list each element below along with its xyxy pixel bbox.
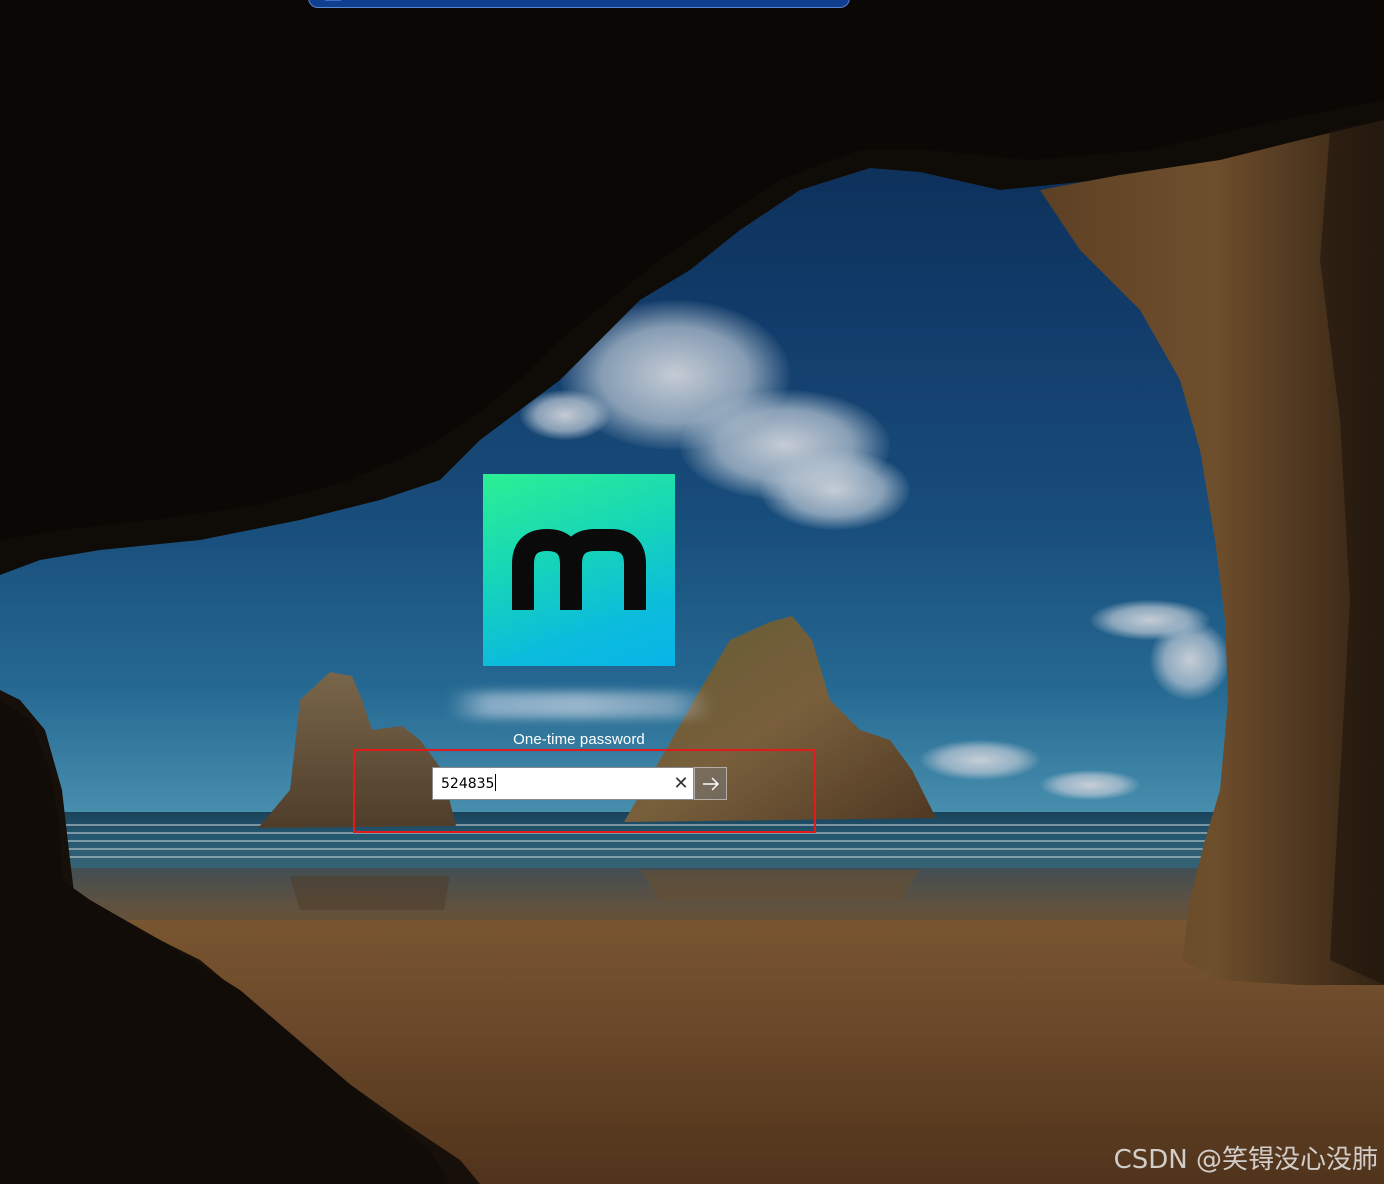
close-icon: ✕: [673, 773, 689, 793]
submit-button[interactable]: [694, 767, 727, 800]
m-logo-icon: [512, 529, 646, 610]
clear-button[interactable]: ✕: [669, 768, 693, 799]
otp-input-value[interactable]: 524835: [441, 774, 497, 792]
username-obscured: [448, 692, 712, 718]
app-logo: [483, 474, 675, 666]
lock-screen-background: [0, 0, 1384, 1184]
lock-screen-dim-overlay: [0, 0, 1384, 1184]
arrow-right-icon: [703, 777, 719, 791]
otp-input-field[interactable]: 524835 ✕: [432, 767, 694, 800]
text-caret: [495, 774, 497, 791]
watermark-text: CSDN @笑锝没心没肺: [1113, 1145, 1378, 1175]
remote-session-bar-handle[interactable]: [325, 0, 341, 1]
otp-label: One-time password: [513, 731, 645, 748]
remote-session-bar[interactable]: [308, 0, 850, 8]
